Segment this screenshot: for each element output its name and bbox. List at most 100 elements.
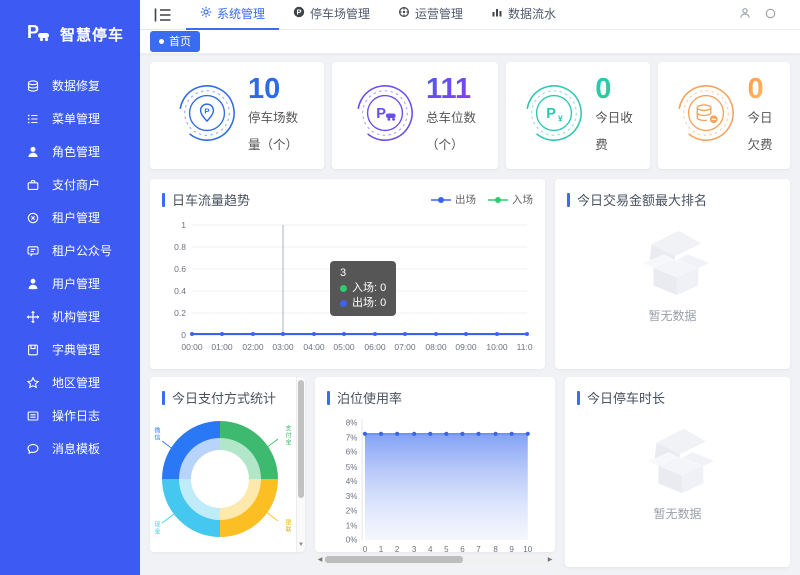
scroll-left-arrow-icon[interactable]: ◀ [315,556,325,563]
scrollbar-thumb[interactable] [325,556,463,563]
sidebar-item-role-mgmt[interactable]: 角色管理 [0,135,140,168]
berth-area-chart[interactable]: 8% 7% 6% 5% 4% 3% 2% 1% 0% [327,413,543,555]
svg-text:P: P [204,106,209,115]
title-bar-icon [162,193,165,207]
stat-value: 111 [426,74,476,104]
middle-row: 日车流量趋势 出场 入场 [150,179,790,369]
svg-text:0.8: 0.8 [174,242,186,252]
tab-system-mgmt[interactable]: 系统管理 [186,0,279,30]
message-icon [26,442,40,456]
svg-text:9: 9 [509,545,514,554]
svg-text:0.4: 0.4 [174,286,186,296]
title-bar-icon [327,391,330,405]
tab-operations-mgmt[interactable]: 运营管理 [384,0,477,30]
sidebar-item-msg-template[interactable]: 消息模板 [0,432,140,465]
card-title: 今日停车时长 [587,388,665,407]
stat-card-parking-lots: P 10 停车场数 量（个） [150,62,324,169]
gear-icon [200,6,212,21]
stat-label-line1: 今日收 [595,106,633,131]
svg-text:5%: 5% [346,463,358,472]
role-icon [26,145,40,159]
empty-text: 暂无数据 [648,307,696,324]
svg-text:6: 6 [460,545,465,554]
card-header: 日车流量趋势 出场 入场 [150,179,545,215]
svg-text:06:00: 06:00 [364,342,386,352]
title-bar-icon [162,391,165,405]
svg-text:8%: 8% [346,418,358,427]
stat-label-line1: 总车位数 [426,106,476,131]
payment-methods-card: 今日支付方式统计 微信 支付宝 现金 银联 [150,377,305,552]
sidebar-item-label: 用户管理 [52,275,100,292]
legend-item-out[interactable]: 出场 [431,192,476,207]
sidebar-item-user-mgmt[interactable]: 用户管理 [0,267,140,300]
tooltip-title: 3 [340,266,386,281]
sidebar-item-op-log[interactable]: 操作日志 [0,399,140,432]
refresh-icon[interactable] [765,6,776,24]
card-header: 今日交易金额最大排名 [555,179,790,215]
stat-label-line1: 今日 [747,106,772,131]
empty-box-icon [628,421,728,499]
sidebar-item-tenant-mgmt[interactable]: 租户管理 [0,201,140,234]
svg-text:P: P [27,22,39,42]
sidebar-item-official-account[interactable]: 租户公众号 [0,234,140,267]
sidebar-item-label: 支付商户 [52,176,100,193]
tab-parking-lot-mgmt[interactable]: P 停车场管理 [279,0,384,30]
sidebar-item-dict-mgmt[interactable]: 字典管理 [0,333,140,366]
svg-text:2: 2 [395,545,400,554]
bottom-row: 今日支付方式统计 微信 支付宝 现金 银联 [150,377,790,567]
in-dot-icon [340,285,347,292]
sidebar-item-label: 租户公众号 [52,242,112,259]
sidebar: P 智慧停车 数据修复 菜单管理 角色管理 支付商户 租户 [0,0,140,575]
briefcase-icon [26,178,40,192]
tab-data-flow[interactable]: 数据流水 [477,0,570,30]
horizontal-scrollbar[interactable]: ◀ ▶ [315,555,555,564]
empty-state: 暂无数据 [565,421,790,522]
sidebar-item-label: 角色管理 [52,143,100,160]
svg-text:11:00: 11:00 [517,342,533,352]
title-bar-icon [567,193,570,207]
tab-label: 运营管理 [415,5,463,22]
sidebar-toggle-icon[interactable] [154,7,172,23]
sidebar-item-org-mgmt[interactable]: 机构管理 [0,300,140,333]
svg-text:07:00: 07:00 [394,342,416,352]
title-bar-icon [577,391,580,405]
sidebar-item-data-repair[interactable]: 数据修复 [0,69,140,102]
legend-item-in[interactable]: 入场 [488,192,533,207]
stat-label-line1: 停车场数 [248,106,298,131]
breadcrumb-tag-home[interactable]: 首页 [150,31,200,52]
sidebar-item-region-mgmt[interactable]: 地区管理 [0,366,140,399]
sidebar-item-menu-mgmt[interactable]: 菜单管理 [0,102,140,135]
svg-text:3%: 3% [346,492,358,501]
svg-text:10:00: 10:00 [486,342,508,352]
vertical-scrollbar[interactable]: ▼ [296,377,305,552]
svg-text:4: 4 [428,545,433,554]
svg-text:08:00: 08:00 [425,342,447,352]
svg-text:7: 7 [476,545,481,554]
app-title: 智慧停车 [60,24,124,45]
svg-text:0: 0 [363,545,368,554]
parking-icon: P [293,6,305,21]
legend-label: 出场 [455,192,476,207]
stat-label-line2: 量（个） [248,133,298,158]
tag-label: 首页 [169,33,191,49]
stat-label-line2: 欠费 [747,133,772,158]
payment-donut-chart[interactable]: 微信 支付宝 现金 银联 [162,421,278,537]
sidebar-item-label: 数据修复 [52,77,100,94]
card-header: 今日停车时长 [565,377,790,413]
sidebar-item-label: 机构管理 [52,308,100,325]
scroll-down-arrow-icon[interactable]: ▼ [298,542,304,548]
legend-label: 入场 [512,192,533,207]
coins-icon [675,82,737,149]
scroll-right-arrow-icon[interactable]: ▶ [545,556,555,563]
user-icon[interactable] [739,6,751,24]
donut-label-unionpay: 银联 [283,519,290,533]
berth-column: 泊位使用率 8% 7% [315,377,555,567]
empty-text: 暂无数据 [653,505,701,522]
scrollbar-thumb[interactable] [298,380,304,498]
tab-label: 停车场管理 [310,5,370,22]
svg-text:P: P [546,106,556,122]
sidebar-item-pay-merchant[interactable]: 支付商户 [0,168,140,201]
sidebar-item-label: 租户管理 [52,209,100,226]
svg-text:03:00: 03:00 [272,342,294,352]
svg-text:05:00: 05:00 [333,342,355,352]
